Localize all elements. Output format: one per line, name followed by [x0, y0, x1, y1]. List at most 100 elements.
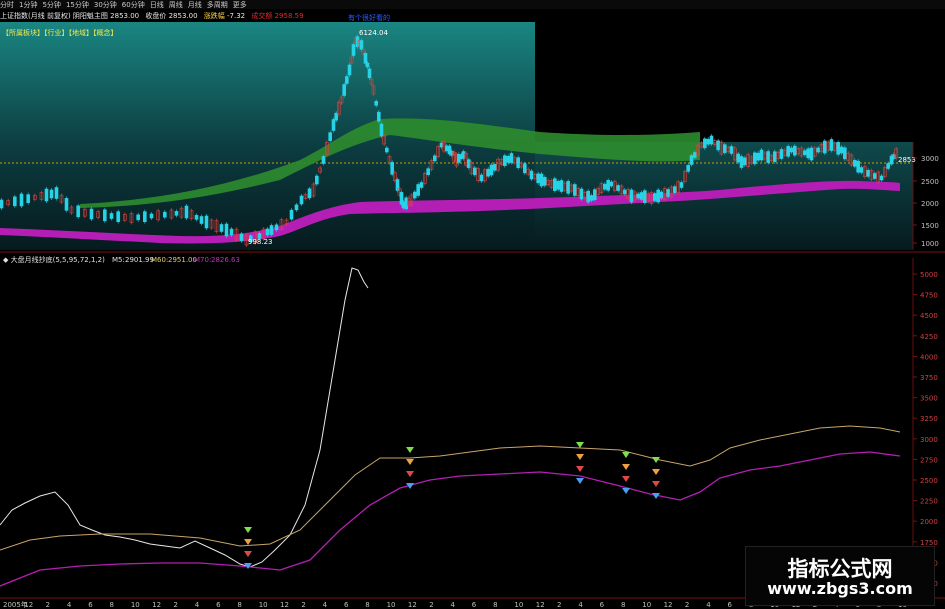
signal-diamond-icon	[576, 442, 584, 448]
candle-body	[679, 182, 684, 188]
upper-axis-label: 1500	[921, 222, 939, 230]
x-axis-label: 8	[110, 601, 114, 609]
candle-body	[363, 53, 368, 64]
x-axis-label: 4	[195, 601, 200, 609]
signal-diamond-icon	[406, 447, 414, 453]
candle-body	[673, 186, 677, 193]
candle-body	[342, 84, 346, 96]
candle-body	[379, 123, 384, 137]
candle-body	[886, 163, 890, 169]
upper-axis-label: 1000	[921, 240, 939, 248]
x-axis-label: 4	[451, 601, 456, 609]
lower-axis-label: 3500	[920, 395, 938, 403]
x-axis-label: 10	[131, 601, 140, 609]
candle-body	[639, 192, 644, 200]
candle-body	[879, 175, 884, 181]
candle-body	[753, 152, 757, 165]
candle-body	[19, 193, 24, 207]
candle-body	[523, 163, 527, 174]
candle-body	[489, 164, 494, 176]
candle-body	[506, 156, 510, 163]
x-axis-label: 4	[578, 601, 583, 609]
candle-body	[689, 155, 694, 165]
candle-body	[716, 140, 720, 151]
signal-markers	[244, 442, 660, 569]
last-price-label: 2853	[898, 156, 916, 164]
x-axis-label: 6	[216, 601, 221, 609]
candle-body	[809, 147, 814, 161]
candle-body	[656, 189, 660, 203]
candle-body	[307, 188, 312, 199]
candle-body	[486, 168, 490, 177]
candle-body	[853, 160, 857, 167]
candle-body	[0, 199, 4, 209]
candle-body	[703, 138, 707, 149]
signal-diamond-icon	[406, 471, 414, 477]
candle-body	[603, 183, 607, 190]
candle-body	[706, 138, 710, 145]
tag-item[interactable]: 【地域】	[69, 29, 94, 37]
candle-body	[103, 209, 107, 222]
x-axis-label: 10	[387, 601, 396, 609]
lower-axis-label: 4500	[920, 312, 938, 320]
candle-body	[269, 225, 274, 235]
candle-body	[229, 228, 234, 236]
x-axis-label: 6	[600, 601, 605, 609]
signal-diamond-icon	[622, 464, 630, 470]
candle-body	[589, 195, 594, 201]
candle-body	[823, 140, 827, 154]
candle-body	[328, 132, 332, 141]
candle-body	[433, 155, 437, 162]
candle-body	[789, 147, 794, 153]
candle-body	[194, 215, 199, 220]
candle-body	[395, 179, 400, 191]
candle-body	[385, 147, 389, 153]
candle-body	[143, 211, 147, 222]
chart-window: 分时 1分钟 5分钟 15分钟 30分钟 60分钟 日线 周线 月线 多周期 更多 上证指数(月线 …	[0, 0, 945, 609]
candle-body	[553, 178, 557, 191]
candle-body	[773, 151, 777, 162]
candle-body	[806, 148, 810, 159]
x-axis-label: 12	[408, 601, 417, 609]
signal-diamond-icon	[244, 551, 252, 557]
candle-body	[509, 153, 514, 163]
candle-body	[26, 194, 30, 203]
magenta-band	[0, 180, 900, 244]
candle-body	[693, 152, 697, 158]
x-axis-label: 6	[88, 601, 93, 609]
signal-diamond-icon	[652, 481, 660, 487]
candle-body	[529, 170, 534, 180]
signal-diamond-icon	[576, 454, 584, 460]
m60-value: 2951.00	[168, 256, 197, 264]
candle-body	[503, 155, 507, 166]
x-axis-label: 6	[472, 601, 477, 609]
candle-body	[184, 205, 189, 219]
x-axis-label: 12	[152, 601, 161, 609]
candle-body	[426, 168, 430, 175]
candle-body	[377, 111, 381, 122]
signal-diamond-icon	[576, 478, 584, 484]
m60-label: M60:	[151, 256, 168, 264]
tag-item[interactable]: 【所属板块】	[2, 29, 44, 37]
candle-body	[321, 156, 326, 164]
m5-value: 2901.99	[125, 256, 154, 264]
x-axis-label: 12	[664, 601, 673, 609]
candle-body	[136, 214, 140, 221]
m5-line	[0, 267, 369, 568]
tag-item[interactable]: 【行业】	[44, 29, 69, 37]
x-axis-label: 12	[536, 601, 545, 609]
candle-body	[686, 165, 690, 172]
tag-item[interactable]: 【概念】	[93, 29, 118, 37]
candle-body	[816, 147, 820, 153]
candle-body	[623, 189, 627, 195]
candle-body	[803, 150, 807, 155]
x-axis-label: 2	[557, 601, 561, 609]
watermark: 指标公式网 www.zbgs3.com	[745, 546, 935, 606]
x-axis-label: 8	[493, 601, 497, 609]
candle-body	[416, 184, 420, 196]
candle-body	[76, 205, 80, 218]
tag-bar: 【所属板块】【行业】【地域】【概念】	[2, 28, 118, 38]
candle-body	[44, 188, 49, 202]
candle-body	[866, 170, 870, 177]
candle-body	[643, 190, 647, 203]
